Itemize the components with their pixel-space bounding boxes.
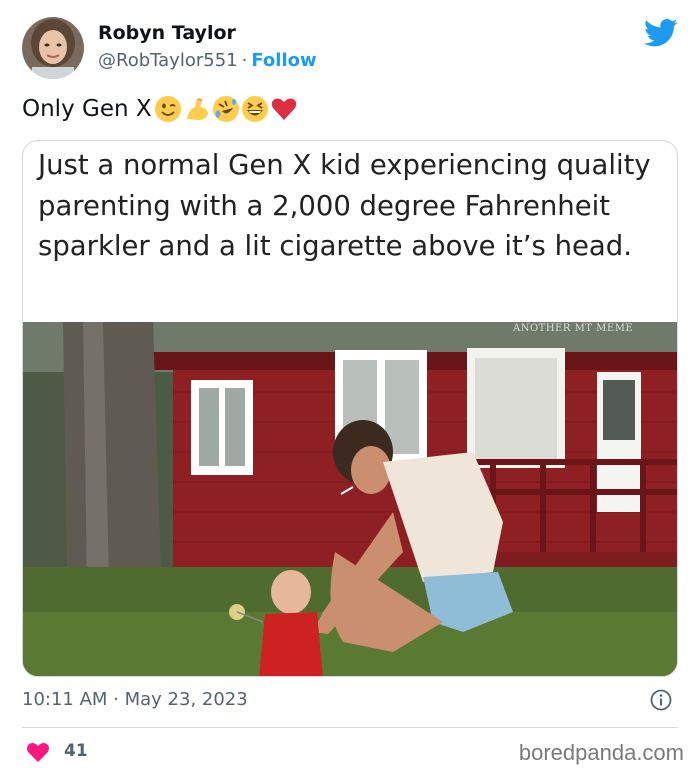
- emoji-row: [154, 95, 298, 123]
- display-name[interactable]: Robyn Taylor: [98, 22, 236, 44]
- tweet-card: Robyn Taylor @RobTaylor551 · Follow Only G…: [0, 0, 700, 779]
- twitter-bird-icon[interactable]: [644, 18, 678, 48]
- heart-icon[interactable]: [26, 741, 50, 763]
- info-icon[interactable]: [650, 689, 672, 711]
- source-watermark: boredpanda.com: [518, 740, 684, 765]
- timestamp[interactable]: 10:11 AM · May 23, 2023: [22, 689, 248, 710]
- handle-row: @RobTaylor551 · Follow: [98, 50, 317, 71]
- separator: ·: [241, 50, 248, 71]
- tweet-text-content: Only Gen X: [22, 96, 152, 122]
- tweet-text: Only Gen X: [22, 95, 298, 123]
- user-handle[interactable]: @RobTaylor551: [98, 50, 238, 71]
- follow-button[interactable]: Follow: [251, 50, 316, 71]
- watermark: ANOTHER MT MEME: [513, 323, 634, 334]
- divider: [22, 727, 678, 728]
- like-count[interactable]: 41: [64, 741, 88, 761]
- flexed-biceps-icon: [186, 98, 208, 120]
- avatar[interactable]: [22, 17, 84, 79]
- meme-caption: Just a normal Gen X kid experiencing qua…: [38, 149, 651, 262]
- rolling-on-floor-laughing-icon: [212, 96, 239, 122]
- meme-photo: [23, 322, 677, 676]
- grinning-squinting-face-icon: [241, 96, 268, 122]
- tweet-media[interactable]: Just a normal Gen X kid experiencing qua…: [22, 140, 678, 677]
- avatar-photo: [22, 17, 84, 79]
- winking-face-icon: [154, 96, 181, 122]
- red-heart-icon: [271, 98, 296, 120]
